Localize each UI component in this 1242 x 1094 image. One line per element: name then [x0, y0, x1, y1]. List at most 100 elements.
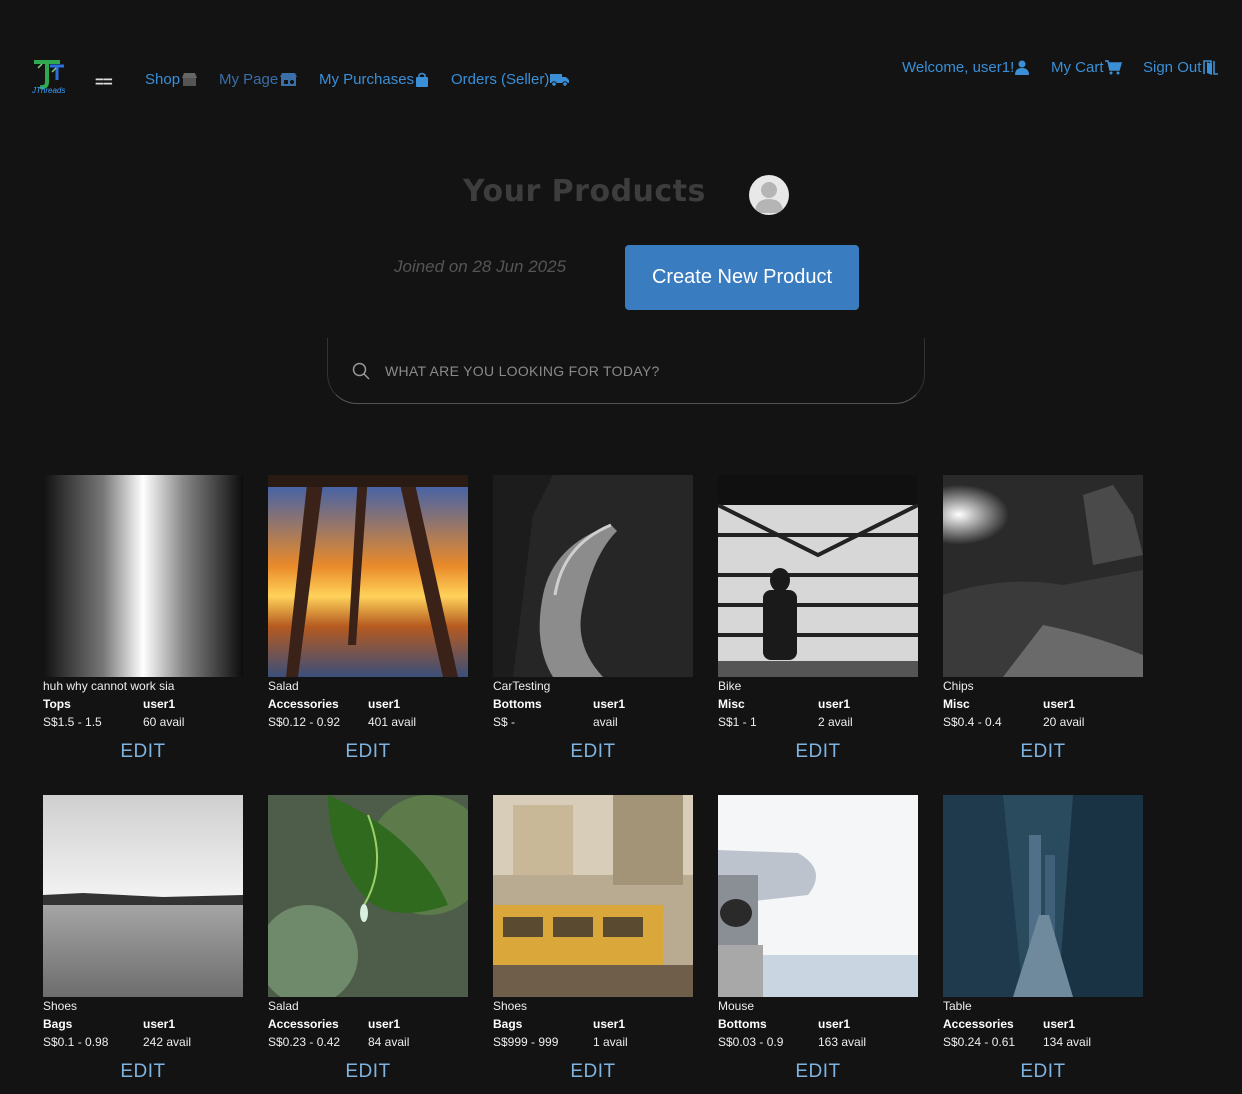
product-availability: 163 avail	[818, 1035, 867, 1049]
shopping-bag-icon	[416, 72, 429, 87]
product-seller: user1	[143, 1017, 176, 1031]
product-card[interactable]: Chips Misc user1 S$0.4 - 0.4 20 avail ED…	[943, 475, 1143, 795]
product-name: Salad	[268, 679, 299, 693]
product-category: Bottoms	[493, 697, 542, 711]
product-image[interactable]	[493, 475, 693, 677]
nav-shop-link[interactable]: Shop	[145, 71, 198, 88]
product-availability: 20 avail	[1043, 715, 1085, 729]
shop-front-icon	[280, 73, 298, 86]
edit-product-button[interactable]: EDIT	[943, 741, 1143, 763]
product-image[interactable]	[943, 475, 1143, 677]
product-card[interactable]: Bike Misc user1 S$1 - 1 2 avail EDIT	[718, 475, 918, 795]
product-availability: 242 avail	[143, 1035, 192, 1049]
product-image[interactable]	[43, 795, 243, 997]
product-availability: 60 avail	[143, 715, 185, 729]
product-seller: user1	[143, 697, 176, 711]
product-availability: 84 avail	[368, 1035, 410, 1049]
product-seller: user1	[593, 697, 626, 711]
my-cart-label: My Cart	[1051, 59, 1104, 76]
avatar[interactable]	[749, 175, 789, 215]
product-price: S$0.4 - 0.4	[943, 715, 1002, 729]
product-image[interactable]	[43, 475, 243, 677]
cart-icon	[1104, 60, 1122, 75]
product-category: Accessories	[268, 1017, 339, 1031]
product-card[interactable]: Table Accessories user1 S$0.24 - 0.61 13…	[943, 795, 1143, 1094]
product-image[interactable]	[268, 475, 468, 677]
product-name: Bike	[718, 679, 742, 693]
logo-text: JThreads	[32, 86, 66, 95]
product-seller: user1	[593, 1017, 626, 1031]
product-category: Accessories	[943, 1017, 1014, 1031]
product-category: Accessories	[268, 697, 339, 711]
product-image[interactable]	[268, 795, 468, 997]
product-seller: user1	[1043, 1017, 1076, 1031]
nav-my-purchases-label: My Purchases	[319, 71, 415, 88]
product-name: Shoes	[493, 999, 528, 1013]
product-grid: huh why cannot work sia Tops user1 S$1.5…	[43, 475, 1143, 1094]
product-name: CarTesting	[493, 679, 551, 693]
product-category: Misc	[943, 697, 970, 711]
nav-my-purchases-link[interactable]: My Purchases	[319, 71, 429, 88]
product-card[interactable]: CarTesting Bottoms user1 S$ - avail EDIT	[493, 475, 693, 795]
my-cart-link[interactable]: My Cart	[1051, 59, 1122, 76]
edit-product-button[interactable]: EDIT	[943, 1061, 1143, 1083]
user-icon	[1015, 60, 1030, 75]
edit-product-button[interactable]: EDIT	[718, 1061, 918, 1083]
product-price: S$ -	[493, 715, 516, 729]
product-name: Mouse	[718, 999, 755, 1013]
product-card[interactable]: Salad Accessories user1 S$0.12 - 0.92 40…	[268, 475, 468, 795]
product-name: Salad	[268, 999, 299, 1013]
product-image[interactable]	[718, 475, 918, 677]
product-category: Bags	[43, 1017, 73, 1031]
product-card[interactable]: Shoes Bags user1 S$999 - 999 1 avail EDI…	[493, 795, 693, 1094]
truck-icon	[550, 74, 570, 87]
edit-product-button[interactable]: EDIT	[268, 1061, 468, 1083]
product-price: S$0.03 - 0.9	[718, 1035, 784, 1049]
product-image[interactable]	[718, 795, 918, 997]
edit-product-button[interactable]: EDIT	[718, 741, 918, 763]
store-icon	[182, 73, 198, 86]
menu-toggle-button[interactable]: ==	[95, 74, 113, 92]
edit-product-button[interactable]: EDIT	[43, 1061, 243, 1083]
product-card[interactable]: Mouse Bottoms user1 S$0.03 - 0.9 163 ava…	[718, 795, 918, 1094]
product-name: huh why cannot work sia	[43, 679, 175, 693]
product-name: Shoes	[43, 999, 78, 1013]
product-seller: user1	[368, 1017, 401, 1031]
product-availability: 2 avail	[818, 715, 853, 729]
joined-date: Joined on 28 Jun 2025	[394, 257, 567, 276]
product-category: Bags	[493, 1017, 523, 1031]
nav-orders-seller-label: Orders (Seller)	[451, 71, 550, 88]
product-price: S$1 - 1	[718, 715, 757, 729]
product-seller: user1	[818, 1017, 851, 1031]
page-title: Your Products	[463, 174, 706, 209]
product-name: Chips	[943, 679, 974, 693]
product-availability: 401 avail	[368, 715, 417, 729]
product-card[interactable]: Salad Accessories user1 S$0.23 - 0.42 84…	[268, 795, 468, 1094]
sign-out-label: Sign Out	[1143, 59, 1202, 76]
edit-product-button[interactable]: EDIT	[268, 741, 468, 763]
product-price: S$0.23 - 0.42	[268, 1035, 341, 1049]
product-image[interactable]	[943, 795, 1143, 997]
nav-orders-seller-link[interactable]: Orders (Seller)	[451, 71, 570, 88]
create-new-product-button[interactable]: Create New Product	[625, 245, 859, 310]
default-avatar-icon	[755, 182, 783, 213]
product-card[interactable]: huh why cannot work sia Tops user1 S$1.5…	[43, 475, 243, 795]
product-availability: 1 avail	[593, 1035, 628, 1049]
product-seller: user1	[1043, 697, 1076, 711]
edit-product-button[interactable]: EDIT	[493, 741, 693, 763]
product-availability: avail	[593, 715, 618, 729]
edit-product-button[interactable]: EDIT	[493, 1061, 693, 1083]
nav-shop-label: Shop	[145, 71, 181, 88]
product-price: S$0.1 - 0.98	[43, 1035, 109, 1049]
welcome-label: Welcome, user1!	[902, 59, 1015, 76]
product-card[interactable]: Shoes Bags user1 S$0.1 - 0.98 242 avail …	[43, 795, 243, 1094]
product-seller: user1	[818, 697, 851, 711]
sign-out-link[interactable]: Sign Out	[1143, 59, 1219, 76]
nav-my-page-link[interactable]: My Page	[219, 71, 298, 88]
search-input[interactable]	[385, 358, 885, 384]
nav-my-page-label: My Page	[219, 71, 279, 88]
search-bar	[327, 338, 925, 404]
product-image[interactable]	[493, 795, 693, 997]
edit-product-button[interactable]: EDIT	[43, 741, 243, 763]
welcome-user-link[interactable]: Welcome, user1!	[902, 59, 1030, 76]
